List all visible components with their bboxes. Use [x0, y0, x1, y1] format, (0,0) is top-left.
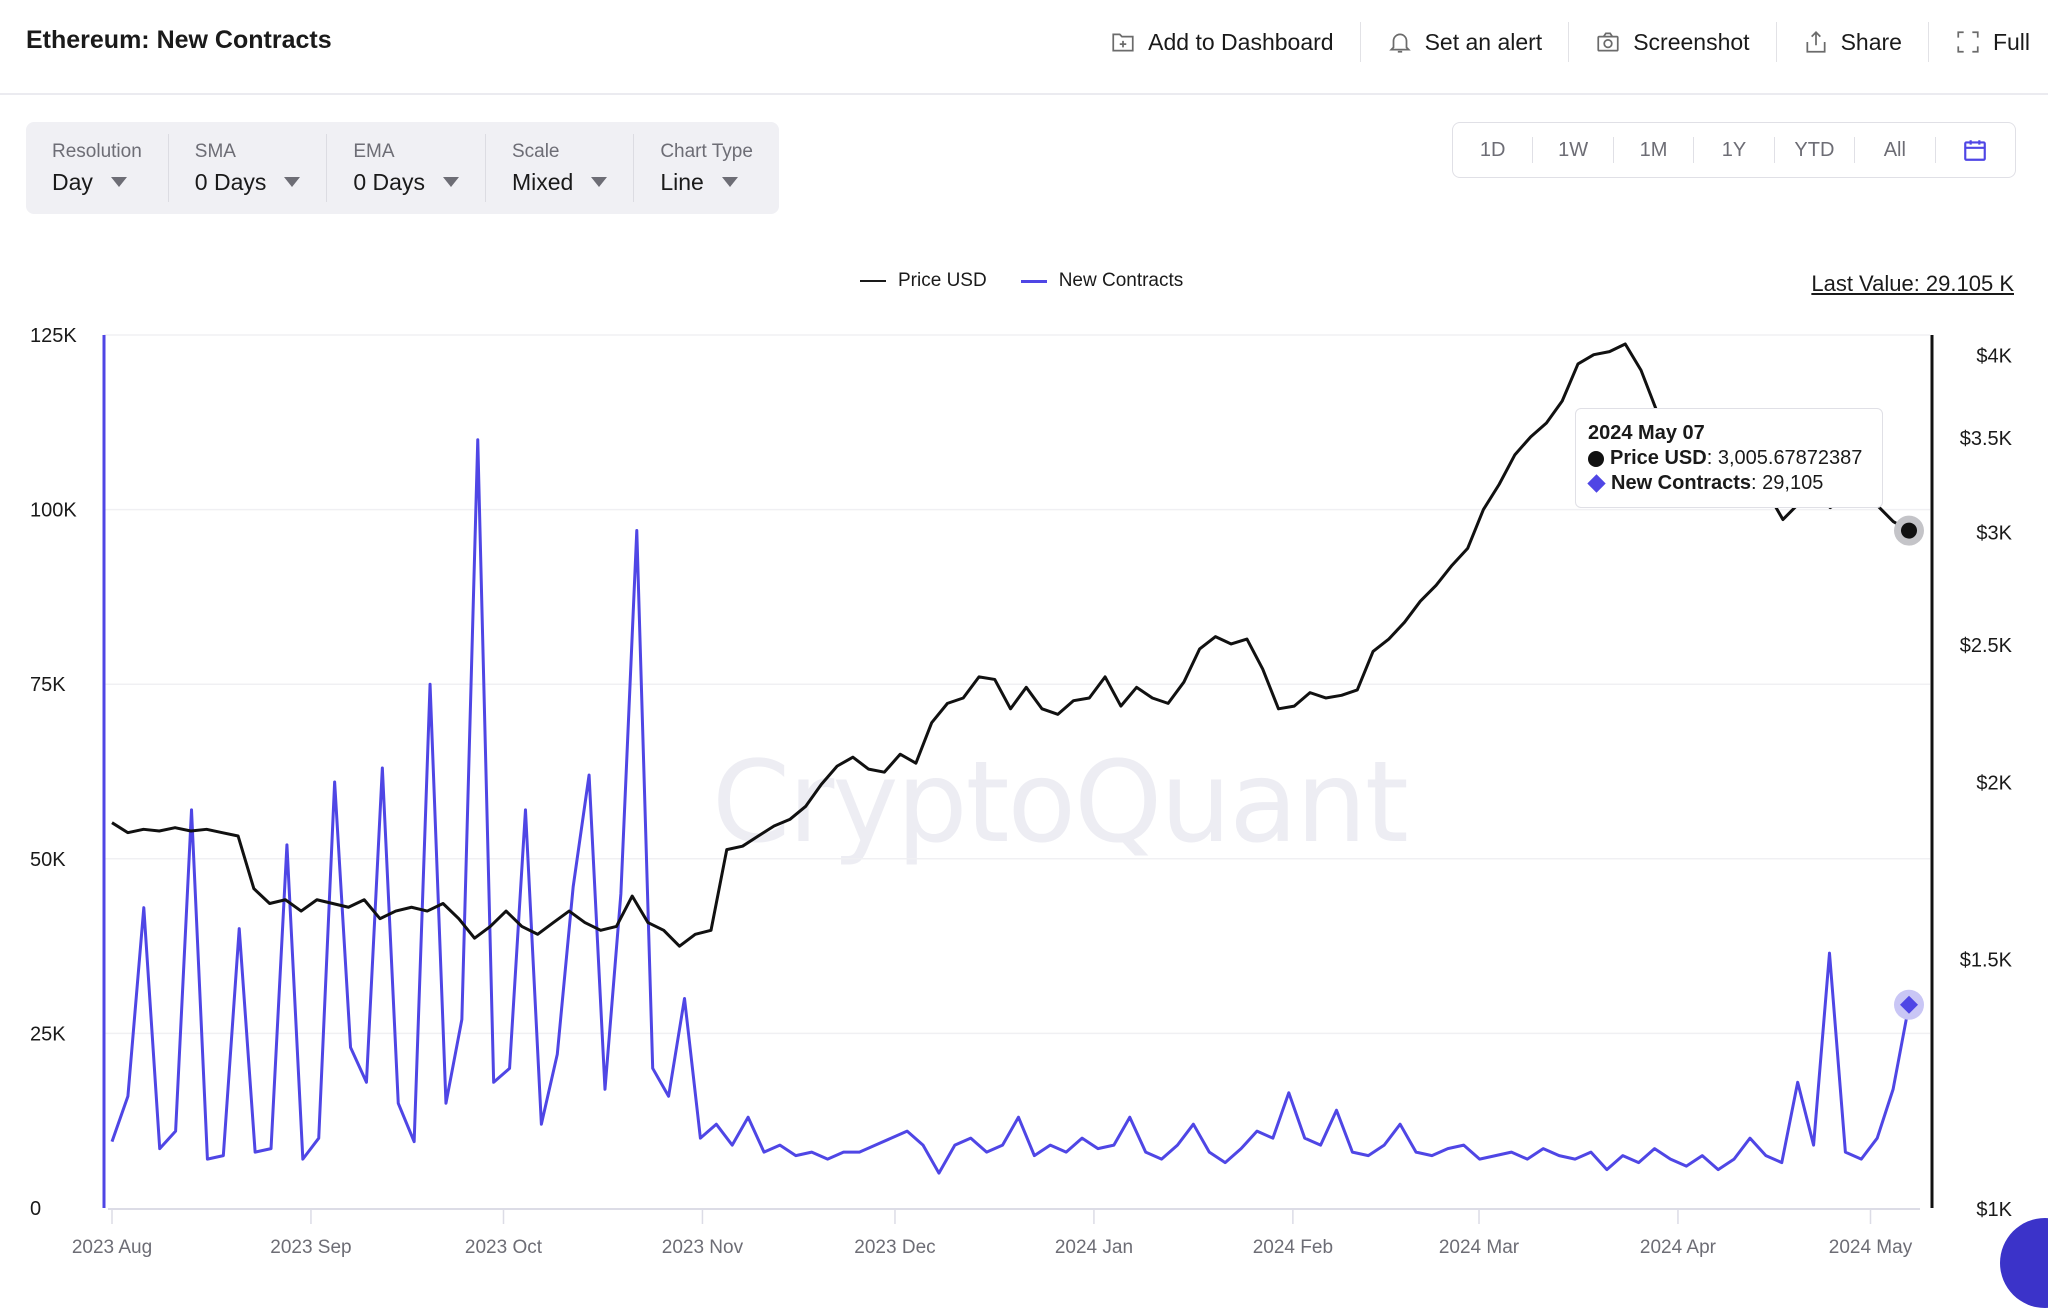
y-right-tick-label: $1K [1976, 1199, 2012, 1221]
x-tick-label: 2023 Aug [72, 1237, 152, 1258]
y-right-tick-label: $1.5K [1960, 949, 2013, 971]
chart-tooltip: 2024 May 07 Price USD: 3,005.67872387 Ne… [1575, 408, 1883, 508]
y-right-tick-label: $3K [1976, 523, 2012, 545]
y-left-tick-label: 75K [30, 674, 66, 696]
tooltip-contracts-label: New Contracts [1611, 471, 1751, 496]
y-left-tick-label: 0 [30, 1198, 41, 1220]
x-tick-label: 2023 Dec [854, 1237, 935, 1258]
x-tick-label: 2023 Sep [270, 1237, 351, 1258]
diamond-icon [1587, 474, 1605, 492]
y-right-tick-label: $2K [1976, 772, 2012, 794]
circle-icon [1588, 451, 1604, 467]
series-line-new-contracts [112, 440, 1909, 1173]
y-right-tick-label: $3.5K [1960, 428, 2013, 450]
tooltip-row-contracts: New Contracts: 29,105 [1588, 471, 1870, 496]
tooltip-contracts-value: : 29,105 [1751, 471, 1823, 496]
x-tick-label: 2024 Jan [1055, 1237, 1133, 1258]
markers [1894, 516, 1924, 1020]
y-left-tick-label: 100K [30, 500, 77, 522]
y-left-tick-label: 25K [30, 1023, 66, 1045]
x-tick-label: 2024 Mar [1439, 1237, 1520, 1258]
tooltip-date: 2024 May 07 [1588, 421, 1870, 446]
y-left-tick-label: 125K [30, 325, 77, 347]
tooltip-price-label: Price USD [1610, 446, 1707, 471]
x-tick-label: 2024 Feb [1253, 1237, 1333, 1258]
x-tick-label: 2024 Apr [1640, 1237, 1717, 1258]
x-tick-label: 2023 Nov [662, 1237, 744, 1258]
x-tick-label: 2023 Oct [465, 1237, 543, 1258]
tooltip-price-value: : 3,005.67872387 [1707, 446, 1863, 471]
y-right-tick-label: $4K [1976, 346, 2012, 368]
y-left-tick-label: 50K [30, 849, 66, 871]
tooltip-row-price: Price USD: 3,005.67872387 [1588, 446, 1870, 471]
chart-area[interactable]: 0 25K 50K 75K 100K 125K $1K $1.5K $2K $2.5K $3K $3.… [0, 0, 2048, 1264]
hover-marker-price [1901, 523, 1917, 539]
x-tick-label: 2024 May [1829, 1237, 1913, 1258]
y-right-tick-label: $2.5K [1960, 635, 2013, 657]
